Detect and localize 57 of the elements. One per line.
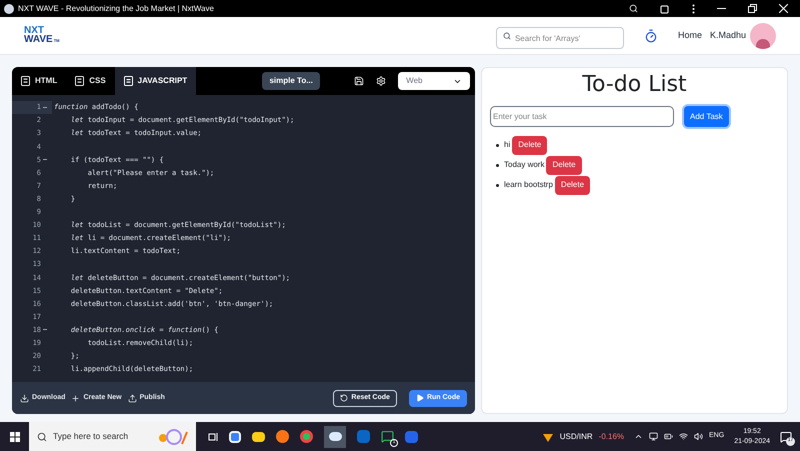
add-task-button[interactable]: Add Task — [684, 106, 729, 127]
ticker-symbol: USD/INR — [560, 430, 593, 442]
user-name[interactable]: K.Madhu — [710, 28, 746, 42]
task-text: hi — [504, 139, 510, 151]
page-title: To-do List — [581, 71, 688, 99]
search-icon[interactable] — [629, 4, 638, 13]
save-icon[interactable] — [354, 76, 364, 86]
browser-app-icon[interactable] — [324, 426, 346, 448]
minimize-icon[interactable] — [717, 8, 726, 10]
stopwatch-icon[interactable] — [644, 28, 658, 42]
delete-button[interactable]: Delete — [546, 156, 582, 174]
settings-icon[interactable] — [376, 76, 386, 86]
nav-link[interactable]: Home — [678, 28, 702, 42]
file-icon — [21, 76, 30, 86]
wifi-icon[interactable] — [679, 432, 688, 441]
task-input[interactable]: Enter your task — [490, 106, 674, 127]
monitor-icon[interactable] — [649, 432, 658, 441]
fold-icon[interactable] — [43, 106, 47, 109]
task-text: Today work — [504, 159, 544, 171]
delete-button[interactable]: Delete — [512, 136, 548, 154]
battery-icon[interactable] — [664, 432, 674, 441]
file-icon — [124, 76, 133, 86]
search-icon — [502, 32, 511, 40]
editor-tab[interactable]: CSS — [66, 67, 115, 95]
play-icon — [416, 394, 424, 402]
restore-icon[interactable] — [748, 4, 757, 13]
avatar[interactable] — [750, 22, 776, 48]
task-text: learn bootstrp — [504, 179, 553, 191]
globe-icon — [4, 4, 14, 14]
plus-icon — [71, 394, 80, 402]
notifications-icon[interactable] — [780, 430, 792, 442]
speaker-icon[interactable] — [694, 432, 704, 441]
fold-icon[interactable] — [43, 329, 47, 332]
editor-tab[interactable]: HTML — [12, 67, 66, 95]
mode-select[interactable]: Web — [398, 72, 470, 90]
ticker-change: -0.16% — [598, 430, 624, 442]
chat-icon[interactable] — [381, 430, 394, 443]
task-view-icon[interactable] — [208, 432, 218, 442]
close-icon[interactable] — [779, 4, 788, 13]
bullet-icon — [496, 184, 499, 186]
editor-tab[interactable]: JAVASCRIPT — [114, 67, 196, 95]
search-icon — [37, 432, 47, 442]
upload-icon — [128, 394, 137, 402]
search-field[interactable]: Search for 'Arrays' — [496, 27, 624, 49]
more-icon[interactable] — [692, 4, 695, 14]
project-name[interactable]: simple To... — [262, 72, 320, 90]
windows-icon[interactable] — [10, 432, 20, 442]
download-icon — [20, 394, 29, 402]
bullet-icon — [496, 164, 499, 166]
taskbar-search[interactable]: Type here to search — [29, 422, 196, 451]
fold-icon[interactable] — [43, 158, 47, 161]
reset-icon — [340, 394, 348, 402]
delete-button[interactable]: Delete — [554, 176, 590, 194]
window-title: NXT WAVE - Revolutionizing the Job Market | NxtWave — [18, 2, 214, 14]
bullet-icon — [496, 144, 499, 146]
file-icon — [75, 76, 84, 86]
chevron-up-icon[interactable] — [634, 432, 644, 441]
